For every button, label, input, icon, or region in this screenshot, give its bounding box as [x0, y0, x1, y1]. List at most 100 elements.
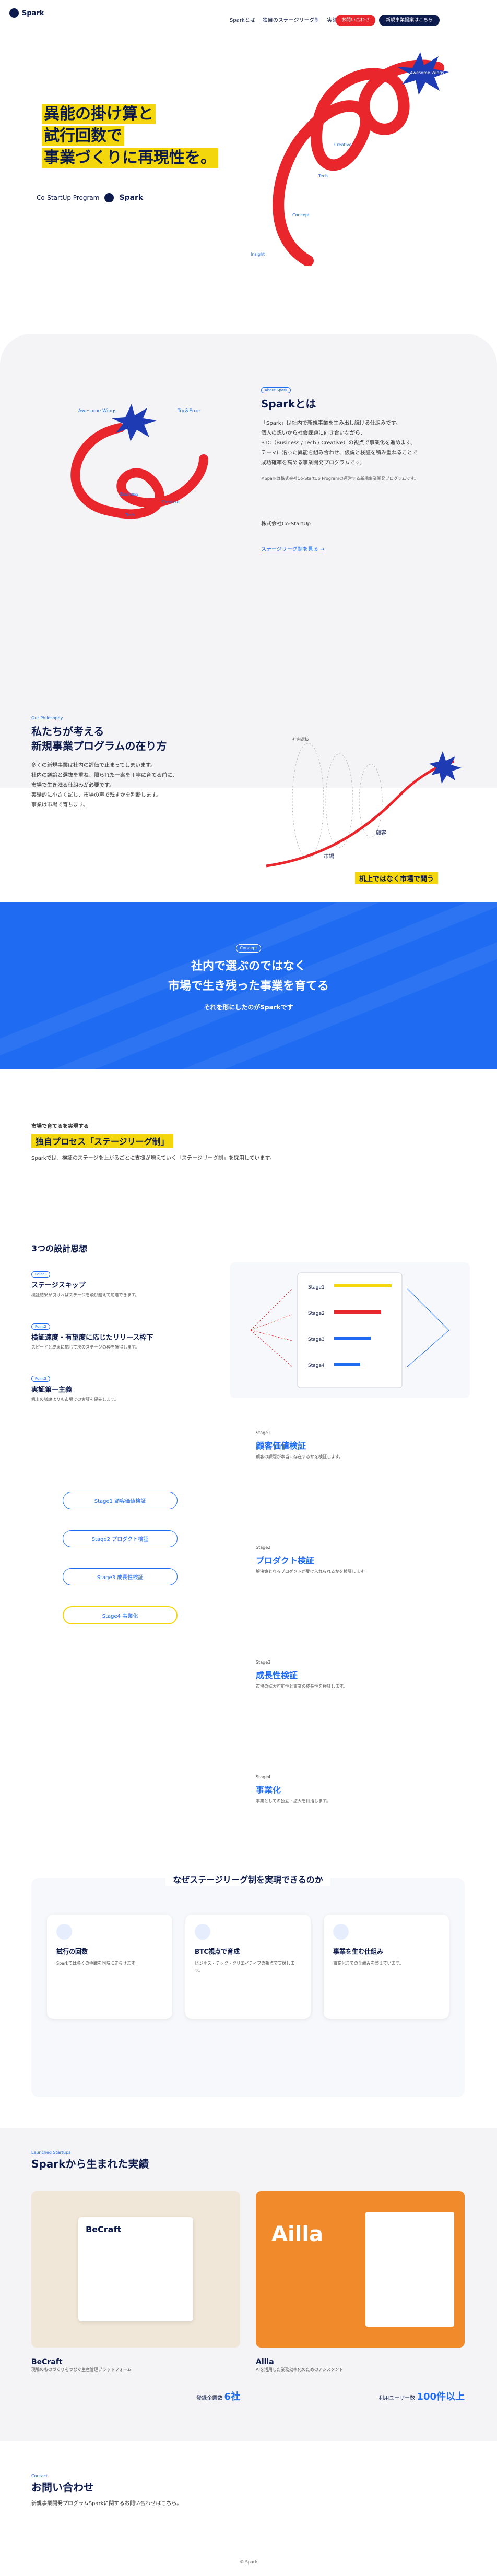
principles-list: Point1 ステージスキップ 検証結果が良ければステージを飛び越えて前進できま… [31, 1268, 204, 1403]
stage-label: Stage2 [308, 1311, 325, 1316]
stage-detail: Stage4 事業化 事業としての独立・拡大を目指します。 [256, 1774, 454, 1857]
result-stat-value: 100件以上 [417, 2391, 465, 2402]
why-card-text: 事業化までの仕組みを整えています。 [333, 1961, 404, 1966]
contact-button[interactable]: お問い合わせ [336, 15, 375, 26]
program-badge: Co-StartUp Program Spark [37, 193, 143, 202]
burst-shape-icon [112, 404, 157, 441]
result-stat-label: 利用ユーザー数 [378, 2396, 416, 2401]
hero-title-line: 異能の掛け算と [42, 104, 156, 124]
contact-tag: Contact [31, 2474, 48, 2478]
why-card-icon [195, 1924, 210, 1940]
hero-title-line: 事業づくりに再現性を。 [42, 148, 218, 168]
chart-label: 顧客 [376, 829, 386, 836]
why-card: 試行の回数 Sparkでは多くの挑戦を同時に走らせます。 [47, 1915, 172, 2019]
funnel-ellipse [292, 743, 324, 859]
why-card-icon [333, 1924, 349, 1940]
why-card-title: 事業を生む仕組み [333, 1948, 384, 1955]
stage-detail-text: 事業としての独立・拡大を目指します。 [256, 1799, 330, 1803]
result-stat: 登録企業数 6社 [31, 2389, 240, 2403]
stage-detail-tag: Stage3 [256, 1660, 271, 1665]
philosophy-title-line: 新規事業プログラムの在り方 [31, 740, 167, 752]
philosophy-body-line: 社内の議論と選抜を重ね、限られた一案を丁寧に育てる前に、 [31, 773, 178, 778]
results-section: Launched Startups Sparkから生まれた実績 BeCraft … [0, 2128, 497, 2441]
stage-step[interactable]: Stage1 顧客価値検証 [63, 1492, 178, 1509]
about-diagram-label: Awesome Wings [78, 408, 117, 414]
about-body-line: BTC（Business / Tech / Creative）の視点で事業化を進… [261, 440, 416, 446]
stage-steps: Stage1 顧客価値検証 Stage2 プロダクト検証 Stage3 成長性検… [63, 1492, 178, 1624]
result-stat-label: 登録企業数 [196, 2396, 223, 2401]
becraft-screen: BeCraft [78, 2217, 193, 2321]
principle-title: ステージスキップ [31, 1282, 86, 1290]
stage-detail-title: 事業化 [256, 1785, 281, 1795]
why-card: BTC視点で育成 ビジネス・テック・クリエイティブの視点で支援します。 [185, 1915, 311, 2019]
concept-sub: それを形にしたのがSparkです [204, 1004, 293, 1011]
propose-button[interactable]: 新規事業提案はこちら [379, 15, 440, 26]
philosophy-body-line: 実験的に小さく試し、市場の声で残すかを判断します。 [31, 792, 161, 798]
ailla-logo: Ailla [271, 2222, 324, 2246]
stage-detail-tag: Stage1 [256, 1430, 271, 1435]
league-link[interactable]: ステージリーグ制を見る → [261, 545, 325, 555]
stage-detail-tag: Stage4 [256, 1775, 271, 1779]
philosophy-tag: Our Philosophy [31, 716, 63, 720]
result-name: BeCraft [31, 2358, 63, 2366]
principle-tag: Point2 [31, 1323, 50, 1330]
why-card: 事業を生む仕組み 事業化までの仕組みを整えています。 [324, 1915, 449, 2019]
why-card-title: 試行の回数 [56, 1948, 88, 1955]
nav-item-about[interactable]: Sparkとは [230, 16, 255, 23]
philosophy-body-line: 市場で生き残る仕組みが必要です。 [31, 783, 114, 788]
hero-title: 異能の掛け算と 試行回数で 事業づくりに再現性を。 [42, 104, 218, 170]
burst-shape-icon [429, 751, 462, 784]
result-card-ailla[interactable]: Ailla [256, 2191, 465, 2348]
red-brush-stroke [273, 59, 444, 266]
why-card-title: BTC視点で育成 [195, 1948, 240, 1955]
about-diagram-label: Creative [162, 500, 180, 504]
about-illustration: Awesome Wings Try＆Error Business Tech Cr… [70, 404, 208, 519]
logo[interactable]: Spark [9, 8, 44, 18]
concept-tag: Concept [236, 944, 261, 953]
result-card-becraft[interactable]: BeCraft [31, 2191, 240, 2348]
concept-line: 社内で選ぶのではなく [191, 960, 306, 973]
contact-section: Contact お問い合わせ 新規事業開発プログラムSparkに関するお問い合わ… [31, 2473, 465, 2509]
result-stat: 利用ユーザー数 100件以上 [256, 2389, 465, 2403]
principles-title: 3つの設計思想 [31, 1244, 88, 1254]
stage-bar [334, 1337, 371, 1340]
stage-step[interactable]: Stage2 プロダクト検証 [63, 1530, 178, 1547]
stage-label: Stage4 [308, 1363, 325, 1368]
hero-title-line: 試行回数で [42, 126, 124, 146]
ailla-screen [365, 2212, 454, 2327]
result-desc: 現場のものづくりをつなぐ生産管理プラットフォーム [31, 2367, 132, 2372]
hero-label: Awesome Wings [410, 70, 444, 75]
why-title: なぜステージリーグ制を実現できるのか [165, 1874, 330, 1886]
principle-tag: Point3 [31, 1376, 50, 1382]
result-name: Ailla [256, 2358, 274, 2366]
concept-content: Concept 社内で選ぶのではなく 市場で生き残った事業を育てる それを形にし… [0, 942, 497, 1012]
hero-illustration: Awesome Wings Creative Tech Concept Insi… [251, 52, 449, 266]
why-section: なぜステージリーグ制を実現できるのか 試行の回数 Sparkでは多くの挑戦を同時… [31, 1874, 465, 2097]
league-body: Sparkでは、検証のステージを上がるごとに支援が増えていく「ステージリーグ制」… [31, 1155, 275, 1161]
stages-detail: Stage1 顧客価値検証 顧客の課題が本当に存在するかを検証します。 Stag… [256, 1429, 454, 1857]
about-title: Sparkとは [261, 398, 316, 410]
program-name: Co-StartUp Program [37, 194, 100, 201]
stage-step[interactable]: Stage4 事業化 [63, 1606, 178, 1624]
stage-step[interactable]: Stage3 成長性検証 [63, 1568, 178, 1585]
league-title: 独自プロセス「ステージリーグ制」 [31, 1134, 173, 1148]
chart-label: 市場 [324, 853, 334, 860]
nav-item-league[interactable]: 独自のステージリーグ制 [263, 16, 320, 23]
becraft-logo: BeCraft [86, 2224, 122, 2234]
results-title: Sparkから生まれた実績 [31, 2158, 149, 2170]
about-tag: About Spark [261, 387, 291, 393]
principle-text: 机上の議論よりも市場での実証を優先します。 [31, 1397, 119, 1402]
global-nav: Sparkとは 独自のステージリーグ制 実績 [230, 16, 338, 23]
stage-bar [334, 1310, 381, 1314]
logo-mark-icon [9, 8, 19, 18]
contact-title: お問い合わせ [31, 2481, 94, 2494]
funnel-ellipse [325, 753, 353, 848]
result-stat-value: 6社 [224, 2391, 240, 2402]
philosophy-title-line: 私たちが考える [31, 725, 104, 738]
growth-stroke [266, 760, 455, 868]
philosophy-body-line: 多くの新規事業は社内の評価で止まってしまいます。 [31, 763, 156, 768]
about-body-line: 個人の想いから社会課題に向き合いながら、 [261, 430, 365, 436]
result-desc: AIを活用した業務効率化のためのアシスタント [256, 2367, 344, 2372]
about-content: About Spark Sparkとは 「Spark」は社内で新規事業を生み出し… [261, 383, 459, 555]
program-logo-text: Spark [119, 194, 144, 202]
